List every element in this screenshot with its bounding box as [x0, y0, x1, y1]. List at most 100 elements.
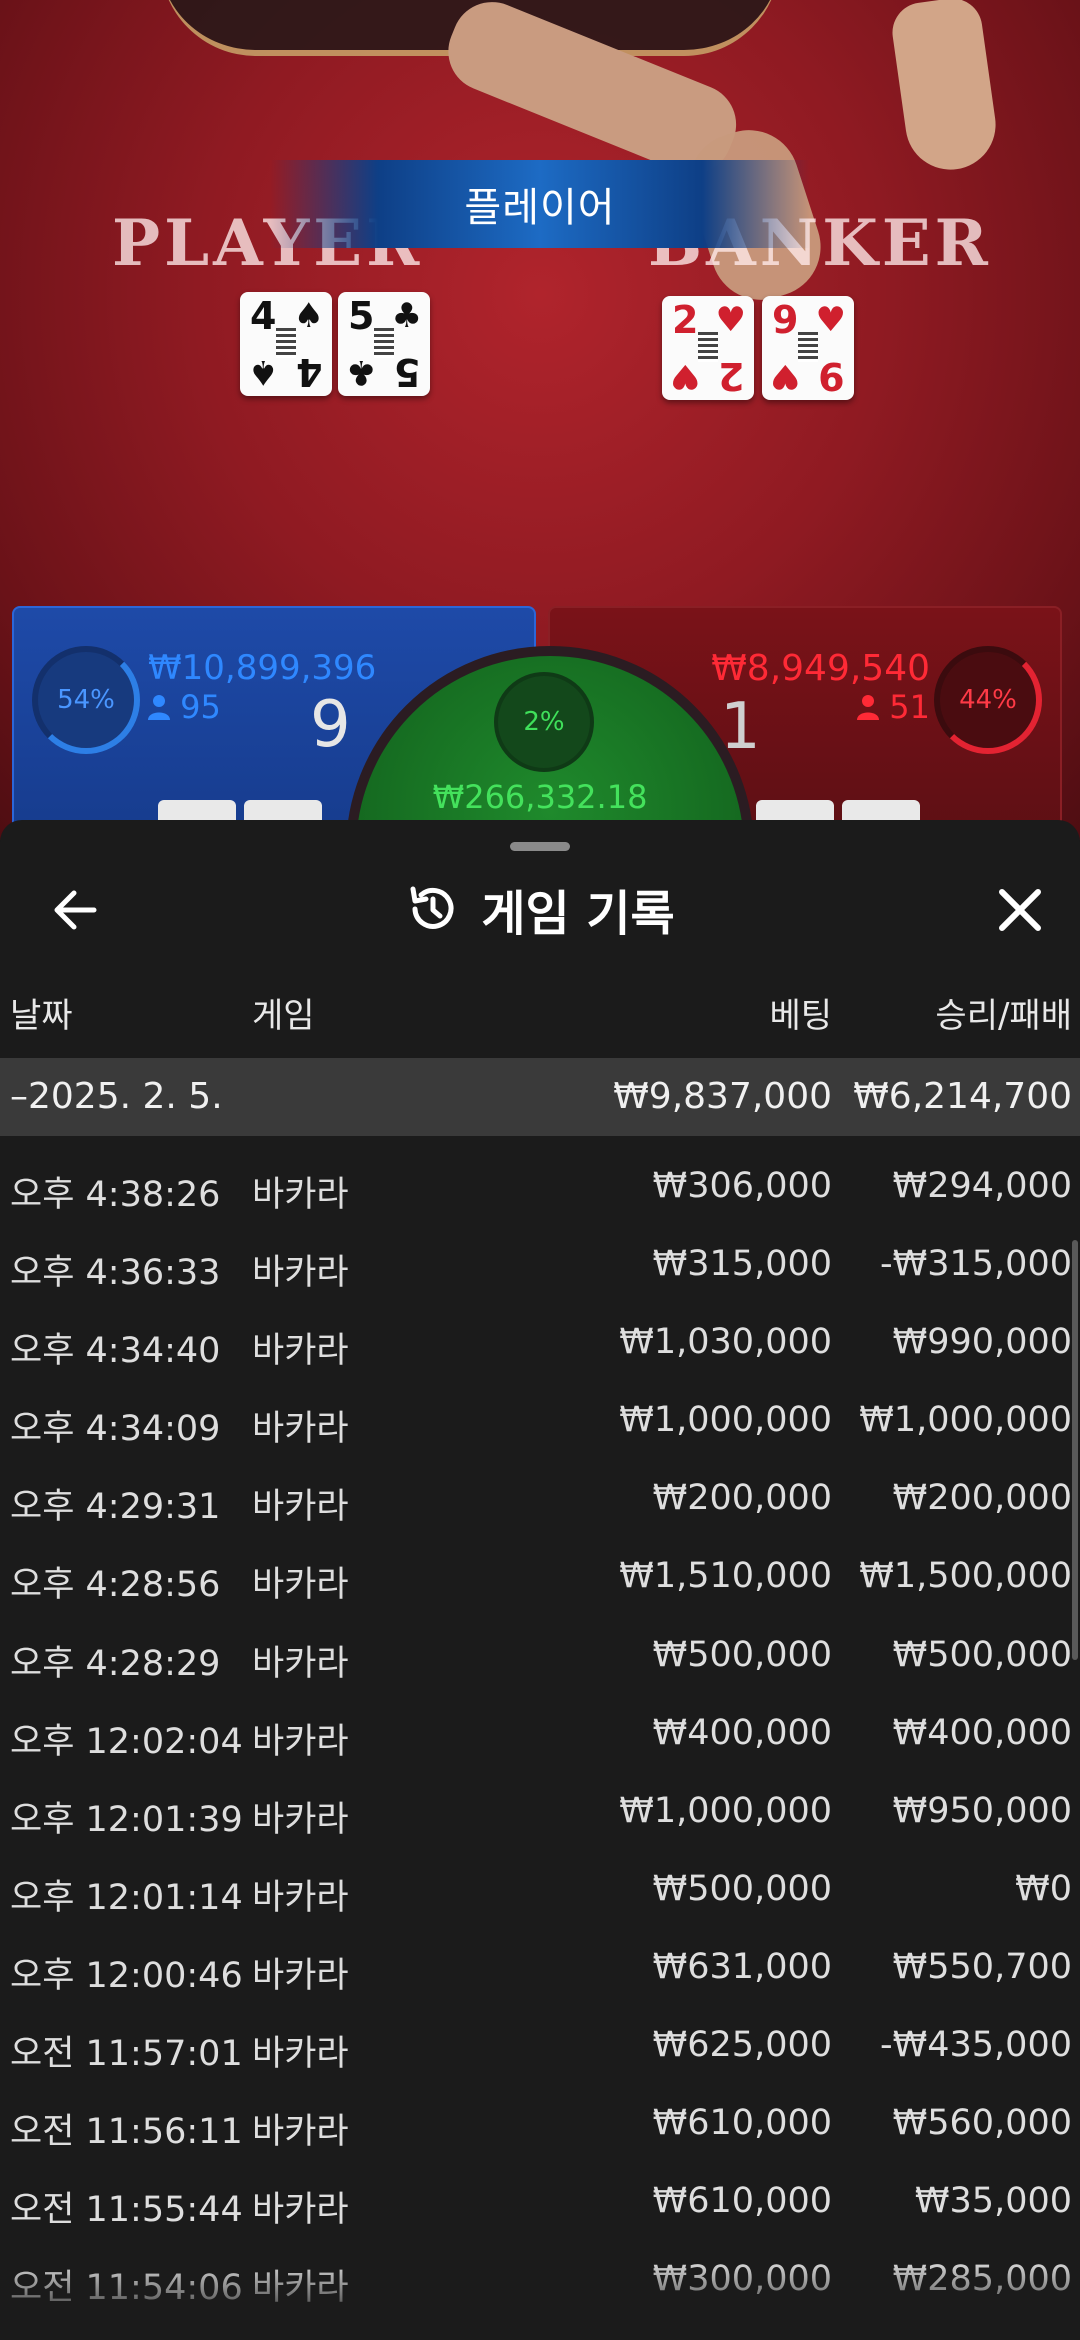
- sheet-drag-handle[interactable]: [510, 842, 570, 851]
- player-bettor-count: 95: [148, 688, 221, 726]
- summary-win-loss: ₩6,214,700: [853, 1076, 1072, 1117]
- row-game: 바카라: [252, 1487, 349, 1528]
- row-win-loss: -₩315,000: [880, 1244, 1072, 1285]
- row-time: 오후 4:28:56: [10, 1565, 221, 1606]
- card-center: [276, 328, 296, 358]
- banker-total-bet: ₩8,949,540: [711, 648, 930, 689]
- card-center: [698, 332, 718, 362]
- row-bet: ₩315,000: [652, 1244, 832, 1285]
- date-summary-row[interactable]: –2025. 2. 5. ₩9,837,000 ₩6,214,700: [0, 1058, 1080, 1136]
- player-count-value: 95: [180, 688, 221, 726]
- row-win-loss: ₩500,000: [892, 1634, 1072, 1675]
- scrollbar[interactable]: [1072, 1240, 1078, 1660]
- table-row[interactable]: 오후 4:34:40 바카라 ₩1,030,000 ₩990,000: [0, 1306, 1080, 1384]
- table-row[interactable]: 오후 4:34:09 바카라 ₩1,000,000 ₩1,000,000: [0, 1384, 1080, 1462]
- player-percent-ring: 54%: [32, 646, 140, 754]
- banker-card-2: 9 ♥ 9 ♥: [762, 296, 854, 400]
- result-banner: 플레이어: [270, 160, 810, 248]
- row-bet: ₩1,000,000: [619, 1790, 832, 1831]
- table-row[interactable]: 오전 11:56:11 바카라 ₩610,000 ₩560,000: [0, 2087, 1080, 2165]
- row-game: 바카라: [252, 1175, 349, 1215]
- row-win-loss: ₩400,000: [892, 1712, 1072, 1753]
- game-history-sheet: 게임 기록 날짜 게임 베팅 승리/패배 –2025. 2. 5. ₩9,837…: [0, 820, 1080, 2340]
- card-suit-bottom: ♥: [670, 356, 701, 396]
- table-row[interactable]: 오후 4:36:33 바카라 ₩315,000 -₩315,000: [0, 1228, 1080, 1306]
- card-rank: 5: [348, 294, 375, 338]
- card-suit-bottom: ♠: [248, 352, 279, 392]
- banker-bettor-count: 51: [857, 688, 930, 726]
- player-percent: 54%: [57, 685, 115, 715]
- row-win-loss: ₩550,700: [892, 1946, 1072, 1987]
- table-row[interactable]: 오후 12:01:14 바카라 ₩500,000 ₩0: [0, 1853, 1080, 1931]
- row-time: 오후 4:28:29: [10, 1643, 221, 1684]
- row-time: 오후 12:02:04: [10, 1721, 243, 1762]
- row-game: 바카라: [252, 1721, 349, 1762]
- table-header-row: 날짜 게임 베팅 승리/패배: [0, 988, 1080, 1044]
- row-time: 오후 4:34:09: [10, 1409, 221, 1450]
- tie-percent: 2%: [523, 707, 565, 737]
- column-header-game[interactable]: 게임: [252, 988, 315, 1037]
- banker-percent-ring: 44%: [934, 646, 1042, 754]
- row-win-loss: ₩1,500,000: [859, 1556, 1072, 1597]
- banker-count-value: 51: [889, 688, 930, 726]
- summary-date: –2025. 2. 5.: [10, 1076, 223, 1117]
- row-bet: ₩610,000: [652, 2103, 832, 2144]
- row-bet: ₩1,030,000: [619, 1322, 832, 1363]
- row-time: 오전 11:57:01: [10, 2034, 243, 2075]
- column-header-date[interactable]: 날짜: [10, 988, 73, 1037]
- table-row[interactable]: 오전 11:55:44 바카라 ₩610,000 ₩35,000: [0, 2165, 1080, 2243]
- summary-bet: ₩9,837,000: [613, 1076, 832, 1117]
- row-bet: ₩625,000: [652, 2025, 832, 2066]
- player-score: 9: [310, 688, 351, 762]
- sheet-title: 게임 기록: [481, 886, 675, 942]
- row-win-loss: ₩0: [1015, 1868, 1072, 1909]
- column-header-win-loss[interactable]: 승리/패배: [935, 988, 1072, 1037]
- card-rank: 2: [672, 298, 699, 342]
- table-row[interactable]: 오후 4:28:56 바카라 ₩1,510,000 ₩1,500,000: [0, 1540, 1080, 1618]
- row-time: 오전 11:55:44: [10, 2190, 243, 2231]
- row-bet: ₩631,000: [652, 1946, 832, 1987]
- close-button[interactable]: [990, 880, 1050, 940]
- row-bet: ₩200,000: [652, 1478, 832, 1519]
- row-time: 오전 11:56:11: [10, 2112, 243, 2153]
- row-bet: ₩500,000: [652, 1868, 832, 1909]
- row-game: 바카라: [252, 2034, 349, 2075]
- row-game: 바카라: [252, 1331, 349, 1372]
- user-icon: [857, 695, 880, 720]
- row-time: 오후 12:01:14: [10, 1877, 243, 1918]
- table-row[interactable]: 오후 4:29:31 바카라 ₩200,000 ₩200,000: [0, 1462, 1080, 1540]
- row-time: 오후 12:00:46: [10, 1955, 243, 1996]
- card-rank-bottom: 2: [717, 354, 744, 398]
- card-suit-bottom: ♥: [770, 356, 801, 396]
- player-total-bet: ₩10,899,396: [148, 648, 377, 688]
- table-row[interactable]: 오후 12:01:39 바카라 ₩1,000,000 ₩950,000: [0, 1775, 1080, 1853]
- history-list: 오후 4:38:26 바카라 ₩306,000 ₩294,000 오후 4:36:33 바…: [0, 1150, 1080, 2321]
- row-win-loss: ₩990,000: [892, 1322, 1072, 1363]
- table-row[interactable]: 오전 11:57:01 바카라 ₩625,000 -₩435,000: [0, 2009, 1080, 2087]
- row-game: 바카라: [252, 2112, 349, 2153]
- user-icon: [148, 695, 170, 720]
- table-row[interactable]: 오후 4:28:29 바카라 ₩500,000 ₩500,000: [0, 1619, 1080, 1697]
- column-header-bet[interactable]: 베팅: [769, 988, 832, 1037]
- card-center: [374, 328, 394, 358]
- table-row[interactable]: 오후 12:02:04 바카라 ₩400,000 ₩400,000: [0, 1697, 1080, 1775]
- banker-card-1: 2 ♥ 2 ♥: [662, 296, 754, 400]
- tie-percent-ring: 2%: [494, 672, 594, 772]
- history-icon: [410, 886, 454, 929]
- row-game: 바카라: [252, 1409, 349, 1450]
- card-center: [798, 332, 818, 362]
- row-game: 바카라: [252, 1799, 349, 1840]
- row-bet: ₩306,000: [652, 1166, 832, 1206]
- row-win-loss: ₩950,000: [892, 1790, 1072, 1831]
- table-row[interactable]: 오후 4:38:26 바카라 ₩306,000 ₩294,000: [0, 1150, 1080, 1228]
- card-suit: ♥: [815, 300, 846, 340]
- row-bet: ₩500,000: [652, 1634, 832, 1675]
- row-game: 바카라: [252, 1877, 349, 1918]
- row-win-loss: ₩1,000,000: [859, 1400, 1072, 1441]
- close-icon: [999, 889, 1041, 931]
- row-time: 오후 12:01:39: [10, 1799, 243, 1840]
- card-suit: ♥: [715, 300, 746, 340]
- player-card-1: 4 ♠ 4 ♠: [240, 292, 332, 396]
- table-row[interactable]: 오후 12:00:46 바카라 ₩631,000 ₩550,700: [0, 1931, 1080, 2009]
- tie-total-bet: ₩266,332.18: [432, 778, 648, 816]
